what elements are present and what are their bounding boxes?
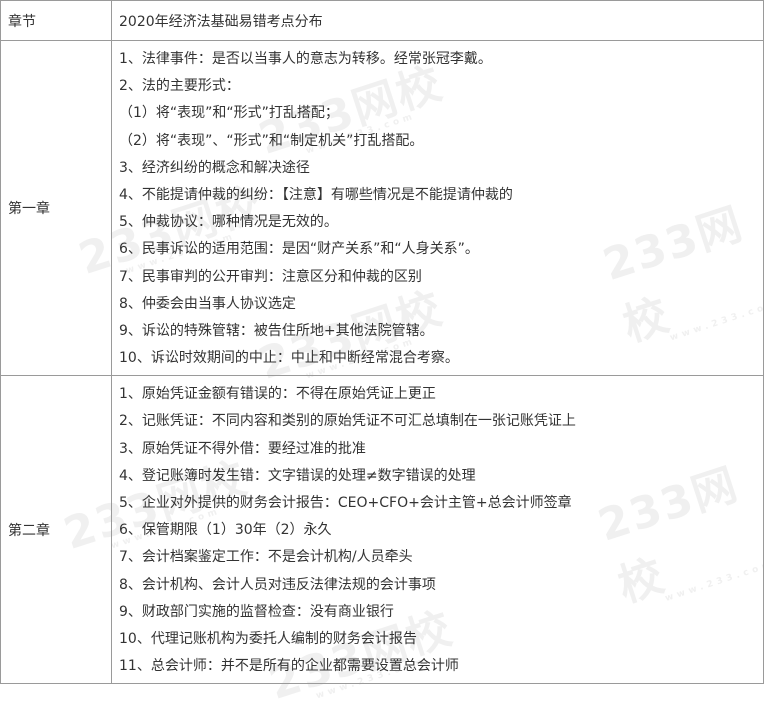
list-item: 9、诉讼的特殊管辖：被告住所地+其他法院管辖。 (119, 322, 434, 339)
list-item: 8、会计机构、会计人员对违反法律法规的会计事项 (119, 576, 436, 593)
header-chapter: 章节 (0, 0, 112, 41)
list-item: （2）将“表现”、“形式”和“制定机关”打乱搭配。 (119, 132, 424, 149)
list-item: 2、法的主要形式： (119, 78, 240, 95)
list-item: 4、不能提请仲裁的纠纷：【注意】有哪些情况是不能提请仲裁的 (119, 186, 513, 203)
list-item: 6、保管期限（1）30年（2）永久 (119, 522, 332, 539)
chapter-2-points: 1、原始凭证金额有错误的：不得在原始凭证上更正 2、记账凭证：不同内容和类别的原… (111, 375, 764, 685)
list-item: 5、仲裁协议：哪种情况是无效的。 (119, 214, 338, 231)
table-header-row: 章节 2020年经济法基础易错考点分布 (0, 0, 764, 41)
chapter-label: 第一章 (0, 39, 112, 377)
list-item: （1）将“表现”和“形式”打乱搭配； (119, 105, 339, 122)
list-item: 3、经济纠纷的概念和解决途径 (119, 159, 310, 176)
list-item: 1、原始凭证金额有错误的：不得在原始凭证上更正 (119, 386, 436, 403)
list-item: 10、代理记账机构为委托人编制的财务会计报告 (119, 630, 417, 647)
list-item: 11、总会计师：并不是所有的企业都需要设置总会计师 (119, 658, 459, 675)
list-item: 8、仲委会由当事人协议选定 (119, 295, 296, 312)
list-item: 6、民事诉讼的适用范围：是因“财产关系”和“人身关系”。 (119, 241, 479, 258)
list-item: 3、原始凭证不得外借：要经过准的批准 (119, 440, 366, 457)
list-item: 7、民事审判的公开审判：注意区分和仲裁的区别 (119, 268, 422, 285)
list-item: 4、登记账簿时发生错：文字错误的处理≠数字错误的处理 (119, 467, 476, 484)
list-item: 1、法律事件：是否以当事人的意志为转移。经常张冠李戴。 (119, 51, 492, 67)
exam-points-table: 章节 2020年经济法基础易错考点分布 第一章 1、法律事件：是否以当事人的意志… (0, 0, 764, 685)
chapter-1-points: 1、法律事件：是否以当事人的意志为转移。经常张冠李戴。 2、法的主要形式： （1… (111, 39, 764, 377)
chapter-label: 第二章 (0, 375, 112, 685)
list-item: 7、会计档案鉴定工作：不是会计机构/人员牵头 (119, 549, 413, 566)
list-item: 2、记账凭证：不同内容和类别的原始凭证不可汇总填制在一张记账凭证上 (119, 413, 576, 430)
list-item: 9、财政部门实施的监督检查：没有商业银行 (119, 603, 394, 620)
table-row-chapter-1: 第一章 1、法律事件：是否以当事人的意志为转移。经常张冠李戴。 2、法的主要形式… (0, 39, 764, 377)
list-item: 5、企业对外提供的财务会计报告：CEO+CFO+会计主管+总会计师签章 (119, 495, 572, 511)
table-row-chapter-2: 第二章 1、原始凭证金额有错误的：不得在原始凭证上更正 2、记账凭证：不同内容和… (0, 375, 764, 685)
list-item: 10、诉讼时效期间的中止：中止和中断经常混合考察。 (119, 350, 459, 367)
header-title: 2020年经济法基础易错考点分布 (111, 0, 764, 41)
